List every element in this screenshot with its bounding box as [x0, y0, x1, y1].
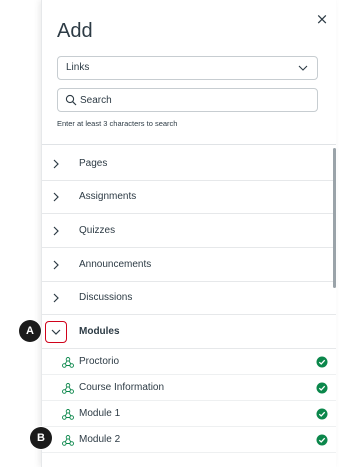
category-modules[interactable]: Modules [42, 316, 336, 349]
category-assignments[interactable]: Assignments [42, 181, 336, 214]
search-icon [65, 94, 77, 106]
category-label: Modules [79, 326, 120, 337]
scrollbar[interactable] [333, 148, 336, 288]
module-icon [62, 435, 74, 446]
link-type-select[interactable]: Links [57, 56, 318, 80]
category-label: Announcements [79, 259, 152, 270]
close-icon[interactable]: × [315, 12, 329, 27]
category-label: Discussions [79, 292, 133, 303]
check-circle-icon [316, 382, 328, 394]
search-hint: Enter at least 3 characters to search [57, 119, 178, 128]
divider [42, 144, 336, 145]
category-discussions[interactable]: Discussions [42, 282, 336, 315]
check-circle-icon [316, 434, 328, 446]
module-icon [62, 357, 74, 368]
link-type-value: Links [66, 62, 90, 73]
chevron-right-icon [53, 226, 59, 236]
chevron-right-icon [53, 260, 59, 270]
module-item[interactable]: Proctorio [42, 349, 336, 375]
chevron-down-icon [298, 65, 308, 71]
category-pages[interactable]: Pages [42, 148, 336, 181]
check-circle-icon [316, 356, 328, 368]
chevron-down-icon [51, 329, 61, 335]
chevron-right-icon [53, 293, 59, 303]
category-quizzes[interactable]: Quizzes [42, 215, 336, 248]
check-circle-icon [316, 408, 328, 420]
module-label: Proctorio [79, 356, 120, 367]
search-field[interactable] [57, 88, 318, 112]
category-label: Pages [79, 158, 108, 169]
module-label: Module 1 [79, 408, 121, 419]
module-icon [62, 409, 74, 420]
category-label: Assignments [79, 191, 137, 202]
search-input[interactable] [80, 89, 310, 111]
tray-title: Add [57, 20, 93, 42]
module-icon [62, 383, 74, 394]
chevron-right-icon [53, 192, 59, 202]
module-label: Module 2 [79, 434, 121, 445]
module-item[interactable]: Module 1 [42, 401, 336, 427]
callout-badge-b: B [30, 427, 52, 449]
category-announcements[interactable]: Announcements [42, 249, 336, 282]
callout-badge-a: A [19, 320, 41, 342]
module-label: Course Information [79, 382, 165, 393]
add-link-tray: × Add Links Enter at least 3 characters … [41, 0, 336, 467]
module-item[interactable]: Course Information [42, 375, 336, 401]
chevron-right-icon [53, 159, 59, 169]
module-item[interactable]: Module 2 [42, 427, 336, 453]
category-label: Quizzes [79, 225, 116, 236]
